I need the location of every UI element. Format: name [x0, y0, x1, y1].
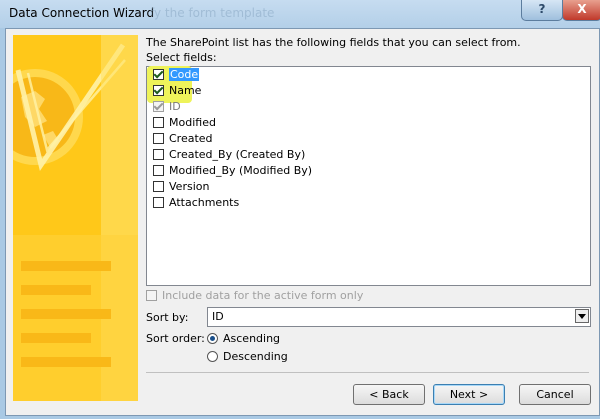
checkbox-modified[interactable] [153, 117, 164, 128]
checkbox-attachments[interactable] [153, 197, 164, 208]
sort-by-value: ID [212, 310, 224, 323]
include-data-checkbox [146, 290, 157, 301]
radio-ascending[interactable]: Ascending [207, 332, 280, 345]
close-button[interactable]: X [562, 0, 600, 21]
sort-by-dropdown[interactable]: ID [207, 307, 591, 327]
field-item-created-by[interactable]: Created_By (Created By) [153, 147, 305, 162]
back-button[interactable]: < Back [353, 384, 425, 405]
checkbox-created[interactable] [153, 133, 164, 144]
checkbox-code[interactable] [153, 69, 164, 80]
field-label-attachments: Attachments [169, 196, 240, 209]
field-label-created-by: Created_By (Created By) [169, 148, 306, 161]
separator [146, 372, 589, 373]
field-label-created: Created [169, 132, 213, 145]
field-item-attachments[interactable]: Attachments [153, 195, 239, 210]
sort-by-label: Sort by: [146, 311, 189, 324]
checkbox-id [153, 101, 164, 112]
field-item-id: ID [153, 99, 181, 114]
background-window-text: fy the form template [150, 6, 275, 20]
radio-descending-label: Descending [223, 350, 288, 363]
wizard-banner-art [13, 35, 138, 401]
field-label-name: Name [169, 84, 202, 97]
field-label-modified: Modified [169, 116, 216, 129]
cancel-button[interactable]: Cancel [519, 384, 591, 405]
field-label-id: ID [169, 100, 181, 113]
field-item-modified-by[interactable]: Modified_By (Modified By) [153, 163, 312, 178]
checkbox-created-by[interactable] [153, 149, 164, 160]
select-fields-label: Select fields: [146, 51, 217, 64]
field-item-modified[interactable]: Modified [153, 115, 216, 130]
dropdown-arrow-icon[interactable] [575, 309, 589, 323]
radio-ascending-label: Ascending [223, 332, 281, 345]
include-data-label: Include data for the active form only [162, 289, 364, 302]
decorative-art [13, 35, 138, 401]
field-item-version[interactable]: Version [153, 179, 209, 194]
field-item-name[interactable]: Name [153, 83, 201, 98]
radio-ascending-dot[interactable] [207, 333, 218, 344]
help-button[interactable]: ? [521, 0, 563, 21]
fields-listbox[interactable]: Code Name ID Modified Created Created_By… [146, 66, 591, 286]
intro-text: The SharePoint list has the following fi… [146, 36, 521, 49]
checkbox-modified-by[interactable] [153, 165, 164, 176]
field-item-code[interactable]: Code [153, 67, 200, 82]
next-button[interactable]: Next > [433, 384, 505, 405]
field-label-version: Version [169, 180, 210, 193]
radio-descending-dot[interactable] [207, 351, 218, 362]
field-label-modified-by: Modified_By (Modified By) [169, 164, 313, 177]
sort-order-label: Sort order: [146, 332, 205, 345]
include-data-option: Include data for the active form only [146, 289, 363, 302]
field-item-created[interactable]: Created [153, 131, 213, 146]
radio-descending[interactable]: Descending [207, 350, 288, 363]
checkbox-name[interactable] [153, 85, 164, 96]
title-bar: Data Connection Wizard fy the form templ… [0, 0, 600, 28]
window-title: Data Connection Wizard [9, 6, 155, 20]
checkbox-version[interactable] [153, 181, 164, 192]
wizard-dialog: The SharePoint list has the following fi… [5, 28, 600, 416]
field-label-code: Code [169, 68, 200, 81]
